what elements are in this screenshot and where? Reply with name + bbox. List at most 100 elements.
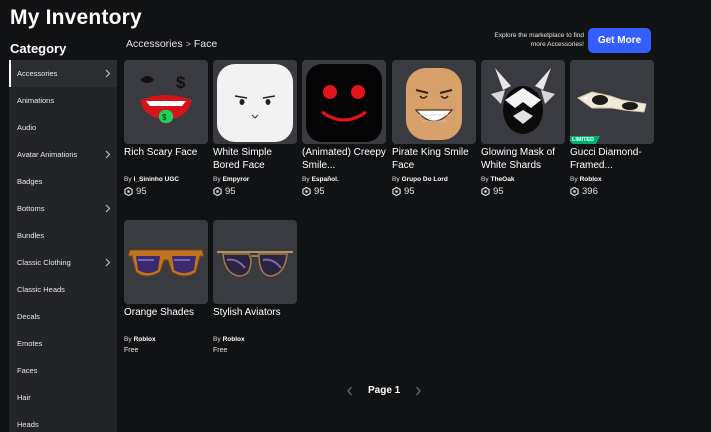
breadcrumb-parent-link[interactable]: Accessories [126, 38, 183, 50]
chevron-right-icon[interactable] [414, 386, 422, 396]
robux-icon [481, 187, 490, 196]
robux-icon [392, 187, 401, 196]
sidebar-item-label: Audio [17, 123, 37, 132]
item-thumbnail[interactable] [481, 60, 565, 144]
item-card[interactable]: Orange Shades By Roblox Free [124, 220, 208, 354]
white-bored-face-thumbnail [217, 64, 293, 142]
price-value: 95 [136, 186, 147, 197]
sidebar-item-badges[interactable]: Badges [9, 168, 117, 195]
creator-link[interactable]: I_Sininho UGC [134, 176, 180, 183]
by-label: By [124, 336, 132, 343]
item-thumbnail[interactable] [302, 60, 386, 144]
category-title: Category [10, 41, 67, 56]
sidebar-item-bottoms[interactable]: Bottoms [9, 195, 117, 222]
item-name[interactable]: White Simple Bored Face [213, 146, 297, 172]
sidebar-item-label: Faces [17, 366, 38, 375]
item-name[interactable]: Orange Shades [124, 306, 208, 332]
category-sidebar: Accessories Animations Audio Avatar Anim… [9, 60, 117, 432]
item-thumbnail[interactable] [124, 220, 208, 304]
item-card[interactable]: LIMITED Gucci Diamond-Framed... By Roblox… [570, 60, 654, 197]
creator-link[interactable]: TheOak [491, 176, 515, 183]
robux-icon [570, 187, 579, 196]
by-label: By [392, 176, 400, 183]
chevron-right-icon [105, 204, 111, 213]
item-card[interactable]: Pirate King Smile Face By Grupo Do Lord 9… [392, 60, 476, 197]
item-price: 95 [124, 186, 208, 197]
sidebar-item-label: Badges [17, 177, 43, 186]
item-thumbnail[interactable] [213, 60, 297, 144]
sidebar-item-faces[interactable]: Faces [9, 357, 117, 384]
sidebar-item-classic-heads[interactable]: Classic Heads [9, 276, 117, 303]
chevron-right-icon [105, 69, 111, 78]
item-card[interactable]: Stylish Aviators By Roblox Free [213, 220, 297, 354]
price-value: 95 [225, 186, 236, 197]
creepy-smile-thumbnail [306, 64, 382, 142]
sidebar-item-audio[interactable]: Audio [9, 114, 117, 141]
sidebar-item-emotes[interactable]: Emotes [9, 330, 117, 357]
by-label: By [570, 176, 578, 183]
sidebar-item-animations[interactable]: Animations [9, 87, 117, 114]
sidebar-item-label: Classic Clothing [17, 258, 71, 267]
sidebar-item-label: Emotes [17, 339, 43, 348]
pagination: Page 1 [346, 385, 422, 396]
robux-icon [302, 187, 311, 196]
sidebar-item-classic-clothing[interactable]: Classic Clothing [9, 249, 117, 276]
sidebar-item-decals[interactable]: Decals [9, 303, 117, 330]
creator-link[interactable]: Grupo Do Lord [402, 176, 448, 183]
page-label: Page 1 [368, 385, 401, 396]
item-thumbnail[interactable]: $ $ [124, 60, 208, 144]
sidebar-item-avatar-animations[interactable]: Avatar Animations [9, 141, 117, 168]
chevron-right-icon [105, 258, 111, 267]
sidebar-item-hair[interactable]: Hair [9, 384, 117, 411]
sidebar-item-accessories[interactable]: Accessories [9, 60, 117, 87]
creator-link[interactable]: Roblox [223, 336, 245, 343]
breadcrumb-current: Face [193, 38, 218, 50]
item-card[interactable]: $ $ Rich Scary Face By I_Sininho UGC 95 [124, 60, 208, 197]
sidebar-item-label: Heads [17, 420, 39, 429]
pirate-king-smile-thumbnail [406, 68, 462, 140]
glowing-mask-thumbnail [491, 68, 555, 134]
item-creator: By Grupo Do Lord [392, 176, 476, 183]
by-label: By [213, 336, 221, 343]
gucci-sunglasses-thumbnail [576, 91, 647, 113]
by-label: By [124, 176, 132, 183]
creator-link[interactable]: Roblox [580, 176, 602, 183]
item-thumbnail[interactable] [213, 220, 297, 304]
price-value: 95 [493, 186, 504, 197]
sidebar-item-bundles[interactable]: Bundles [9, 222, 117, 249]
stylish-aviators-thumbnail [217, 251, 293, 277]
chevron-left-icon[interactable] [346, 386, 354, 396]
sidebar-item-label: Accessories [17, 69, 58, 78]
item-name[interactable]: Stylish Aviators [213, 306, 297, 332]
creator-link[interactable]: Español. [312, 176, 339, 183]
item-thumbnail[interactable] [392, 60, 476, 144]
item-price: 396 [570, 186, 654, 197]
item-name[interactable]: Glowing Mask of White Shards [481, 146, 565, 172]
item-card[interactable]: Glowing Mask of White Shards By TheOak 95 [481, 60, 565, 197]
item-name[interactable]: Gucci Diamond-Framed... [570, 146, 654, 172]
chevron-right-icon [105, 150, 111, 159]
item-name[interactable]: Pirate King Smile Face [392, 146, 476, 172]
item-price: 95 [213, 186, 297, 197]
by-label: By [213, 176, 221, 183]
price-value: 95 [314, 186, 325, 197]
item-thumbnail[interactable]: LIMITED [570, 60, 654, 144]
robux-icon [213, 187, 222, 196]
item-card[interactable]: (Animated) Creepy Smile... By Español. 95 [302, 60, 386, 197]
item-card[interactable]: White Simple Bored Face By Empyror 95 [213, 60, 297, 197]
sidebar-item-label: Bundles [17, 231, 45, 240]
item-creator: By Roblox [124, 336, 208, 343]
rich-scary-face-thumbnail: $ $ [140, 73, 192, 123]
item-price: 95 [481, 186, 565, 197]
get-more-button[interactable]: Get More [588, 28, 651, 53]
item-name[interactable]: Rich Scary Face [124, 146, 208, 172]
price-value: 396 [582, 186, 598, 197]
sidebar-item-label: Bottoms [17, 204, 45, 213]
page-title: My Inventory [10, 6, 142, 29]
creator-link[interactable]: Empyror [223, 176, 250, 183]
creator-link[interactable]: Roblox [134, 336, 156, 343]
item-price: 95 [302, 186, 386, 197]
sidebar-item-label: Classic Heads [17, 285, 65, 294]
item-name[interactable]: (Animated) Creepy Smile... [302, 146, 386, 172]
sidebar-item-heads[interactable]: Heads [9, 411, 117, 432]
